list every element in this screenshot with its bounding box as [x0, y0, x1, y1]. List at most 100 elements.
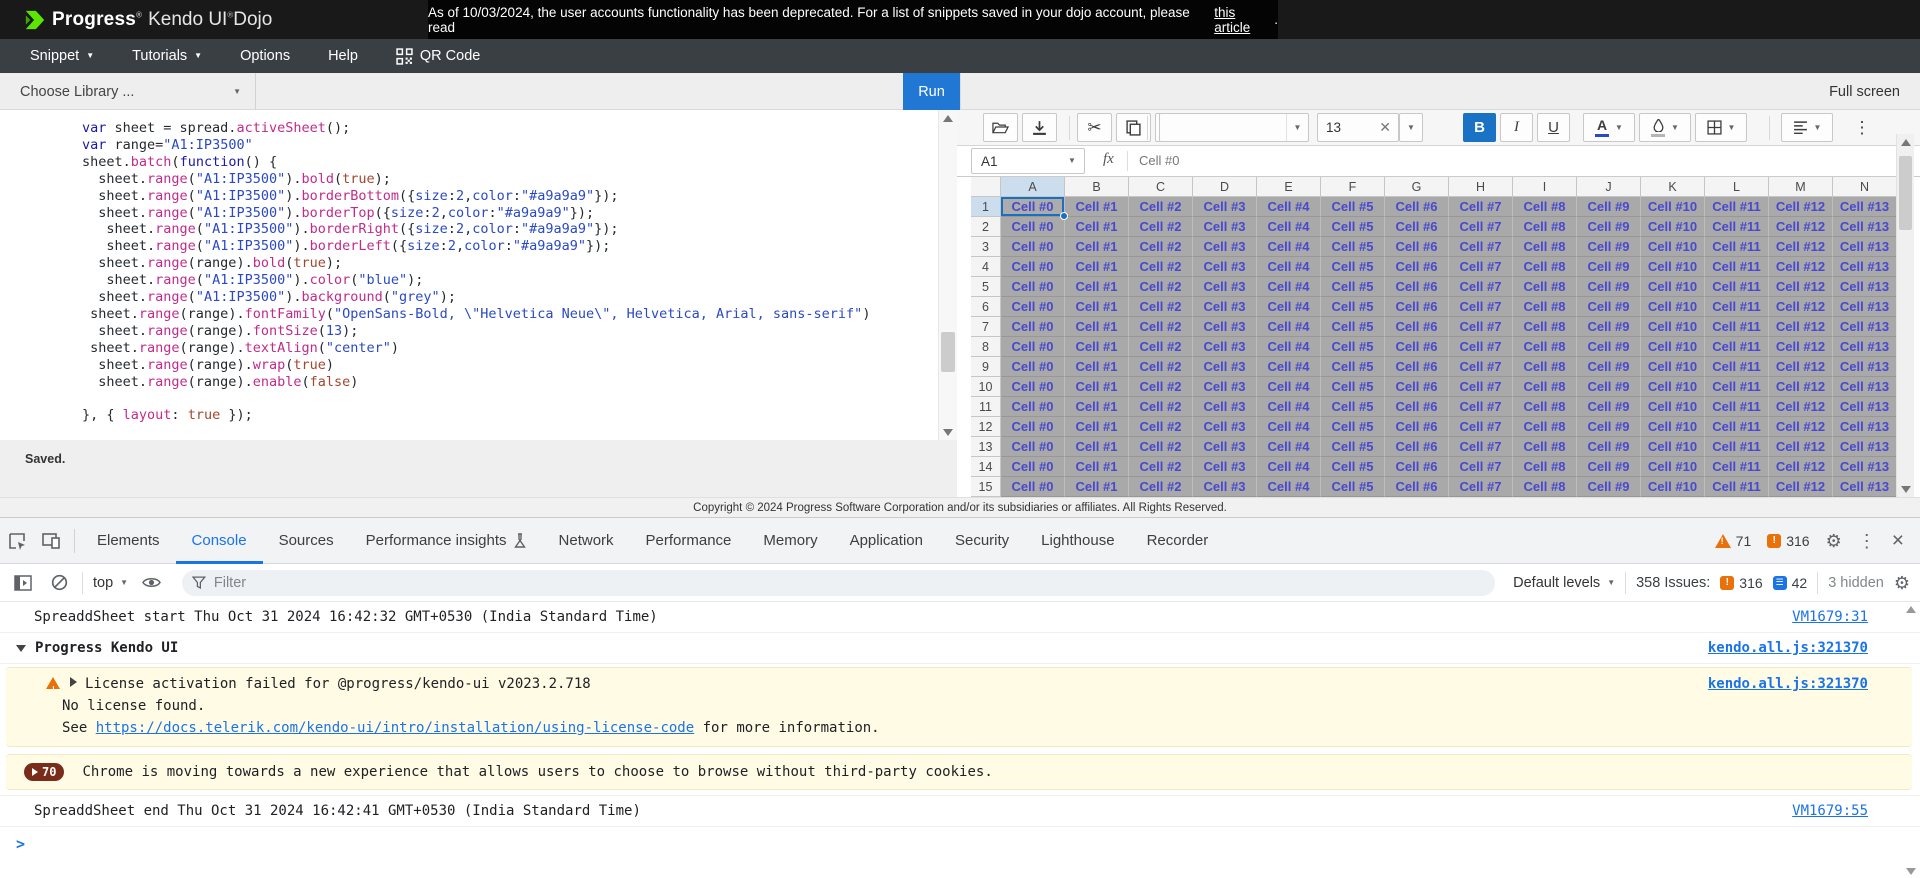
- cell-D14[interactable]: Cell #3: [1193, 457, 1257, 477]
- tab-sources[interactable]: Sources: [263, 518, 350, 564]
- issues-message-count[interactable]: ☰42: [1773, 575, 1808, 591]
- tab-recorder[interactable]: Recorder: [1131, 518, 1225, 564]
- cell-J4[interactable]: Cell #9: [1577, 257, 1641, 277]
- devtools-menu-button[interactable]: ⋮: [1858, 532, 1876, 550]
- cell-F6[interactable]: Cell #5: [1321, 297, 1385, 317]
- cell-E13[interactable]: Cell #4: [1257, 437, 1321, 457]
- tab-console[interactable]: Console: [176, 518, 263, 564]
- cell-H5[interactable]: Cell #7: [1449, 277, 1513, 297]
- cell-K1[interactable]: Cell #10: [1641, 197, 1705, 217]
- tab-performance[interactable]: Performance: [630, 518, 748, 564]
- repeat-count-badge[interactable]: 70: [24, 763, 64, 781]
- full-screen-button[interactable]: Full screen: [1829, 73, 1900, 110]
- cut-button[interactable]: ✂: [1077, 113, 1112, 142]
- cell-G13[interactable]: Cell #6: [1385, 437, 1449, 457]
- cell-L7[interactable]: Cell #11: [1705, 317, 1769, 337]
- cell-D13[interactable]: Cell #3: [1193, 437, 1257, 457]
- expand-icon[interactable]: [70, 677, 77, 687]
- cell-H13[interactable]: Cell #7: [1449, 437, 1513, 457]
- cell-M5[interactable]: Cell #12: [1769, 277, 1833, 297]
- choose-library-dropdown[interactable]: Choose Library ... ▼: [0, 73, 256, 110]
- spreadsheet-grid[interactable]: ABCDEFGHIJKLMN1Cell #0Cell #1Cell #2Cell…: [971, 177, 1920, 497]
- cell-A13[interactable]: Cell #0: [1001, 437, 1065, 457]
- row-header-14[interactable]: 14: [971, 457, 1001, 477]
- cell-J2[interactable]: Cell #9: [1577, 217, 1641, 237]
- copy-button[interactable]: [1116, 113, 1151, 142]
- menu-qr-code[interactable]: QR Code: [396, 48, 480, 65]
- cell-A3[interactable]: Cell #0: [1001, 237, 1065, 257]
- cell-G5[interactable]: Cell #6: [1385, 277, 1449, 297]
- cell-I5[interactable]: Cell #8: [1513, 277, 1577, 297]
- column-header-E[interactable]: E: [1257, 177, 1321, 197]
- cell-K13[interactable]: Cell #10: [1641, 437, 1705, 457]
- tab-security[interactable]: Security: [939, 518, 1025, 564]
- cell-H7[interactable]: Cell #7: [1449, 317, 1513, 337]
- cell-N10[interactable]: Cell #13: [1833, 377, 1897, 397]
- cell-M6[interactable]: Cell #12: [1769, 297, 1833, 317]
- cell-G8[interactable]: Cell #6: [1385, 337, 1449, 357]
- cell-A6[interactable]: Cell #0: [1001, 297, 1065, 317]
- cell-A8[interactable]: Cell #0: [1001, 337, 1065, 357]
- cell-L8[interactable]: Cell #11: [1705, 337, 1769, 357]
- source-link[interactable]: kendo.all.js:321370: [1708, 638, 1868, 658]
- banner-article-link[interactable]: this article: [1214, 5, 1274, 35]
- cell-B9[interactable]: Cell #1: [1065, 357, 1129, 377]
- cell-H8[interactable]: Cell #7: [1449, 337, 1513, 357]
- cell-B6[interactable]: Cell #1: [1065, 297, 1129, 317]
- js-context-selector[interactable]: top▼: [93, 575, 128, 591]
- cell-E8[interactable]: Cell #4: [1257, 337, 1321, 357]
- cell-N5[interactable]: Cell #13: [1833, 277, 1897, 297]
- cell-H2[interactable]: Cell #7: [1449, 217, 1513, 237]
- cell-H3[interactable]: Cell #7: [1449, 237, 1513, 257]
- cell-E1[interactable]: Cell #4: [1257, 197, 1321, 217]
- code-editor[interactable]: var sheet = spread.activeSheet();var ran…: [0, 110, 957, 440]
- cell-B11[interactable]: Cell #1: [1065, 397, 1129, 417]
- scroll-up-icon[interactable]: [1897, 134, 1914, 150]
- cell-K6[interactable]: Cell #10: [1641, 297, 1705, 317]
- cell-F2[interactable]: Cell #5: [1321, 217, 1385, 237]
- cell-L4[interactable]: Cell #11: [1705, 257, 1769, 277]
- row-header-13[interactable]: 13: [971, 437, 1001, 457]
- cell-F15[interactable]: Cell #5: [1321, 477, 1385, 497]
- cell-M11[interactable]: Cell #12: [1769, 397, 1833, 417]
- cell-A15[interactable]: Cell #0: [1001, 477, 1065, 497]
- font-size-dropdown[interactable]: ▼: [1399, 113, 1423, 142]
- scrollbar-thumb[interactable]: [1899, 156, 1912, 230]
- cell-F11[interactable]: Cell #5: [1321, 397, 1385, 417]
- cell-M1[interactable]: Cell #12: [1769, 197, 1833, 217]
- selection-handle[interactable]: [1060, 212, 1068, 220]
- cell-E9[interactable]: Cell #4: [1257, 357, 1321, 377]
- source-link[interactable]: VM1679:55: [1792, 801, 1868, 821]
- cell-G7[interactable]: Cell #6: [1385, 317, 1449, 337]
- font-family-dropdown[interactable]: ▼: [1159, 113, 1309, 142]
- cell-F8[interactable]: Cell #5: [1321, 337, 1385, 357]
- cell-E6[interactable]: Cell #4: [1257, 297, 1321, 317]
- console-sidebar-button[interactable]: [10, 566, 36, 600]
- cell-E14[interactable]: Cell #4: [1257, 457, 1321, 477]
- underline-button[interactable]: U: [1537, 113, 1570, 142]
- tab-elements[interactable]: Elements: [81, 518, 176, 564]
- cell-D7[interactable]: Cell #3: [1193, 317, 1257, 337]
- cell-G12[interactable]: Cell #6: [1385, 417, 1449, 437]
- scroll-down-icon[interactable]: [939, 424, 957, 440]
- row-header-9[interactable]: 9: [971, 357, 1001, 377]
- tab-memory[interactable]: Memory: [747, 518, 833, 564]
- cell-E12[interactable]: Cell #4: [1257, 417, 1321, 437]
- cell-K9[interactable]: Cell #10: [1641, 357, 1705, 377]
- cell-J10[interactable]: Cell #9: [1577, 377, 1641, 397]
- menu-options[interactable]: Options: [240, 48, 290, 64]
- menu-snippet[interactable]: Snippet▼: [30, 48, 94, 64]
- cookie-warning[interactable]: 70 Chrome is moving towards a new experi…: [6, 754, 1912, 790]
- cell-N15[interactable]: Cell #13: [1833, 477, 1897, 497]
- row-header-15[interactable]: 15: [971, 477, 1001, 497]
- spreadsheet-scrollbar[interactable]: [1896, 134, 1914, 497]
- cell-E10[interactable]: Cell #4: [1257, 377, 1321, 397]
- source-link[interactable]: kendo.all.js:321370: [1708, 673, 1868, 695]
- cell-D11[interactable]: Cell #3: [1193, 397, 1257, 417]
- cell-G6[interactable]: Cell #6: [1385, 297, 1449, 317]
- cell-L13[interactable]: Cell #11: [1705, 437, 1769, 457]
- column-header-A[interactable]: A: [1001, 177, 1065, 197]
- open-file-button[interactable]: [983, 113, 1018, 142]
- clear-console-button[interactable]: [46, 566, 72, 600]
- fill-color-button[interactable]: ▼: [1639, 113, 1691, 142]
